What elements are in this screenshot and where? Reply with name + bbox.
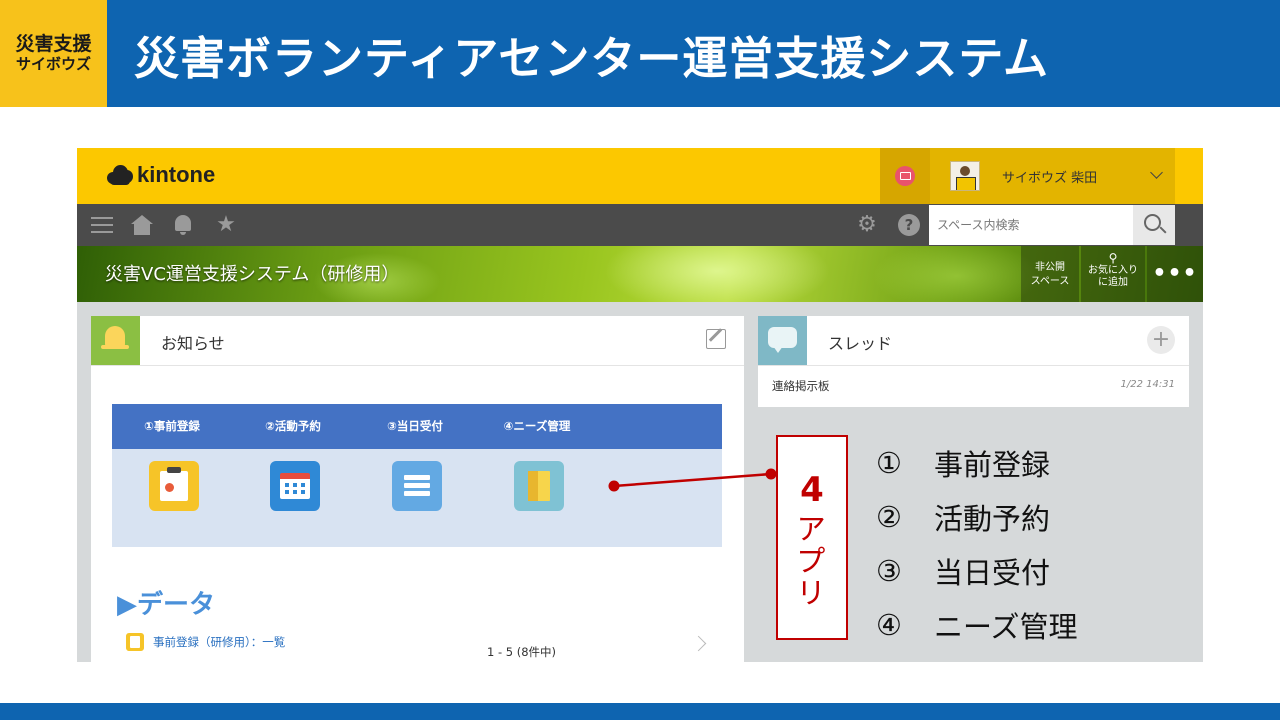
list-item: ② 活動予約 (876, 490, 1078, 544)
user-name: サイボウズ 柴田 (1002, 170, 1098, 186)
space-banner: 災害VC運営支援システム（研修用） 非公開 スペース ⚲ お気に入り に追加 •… (77, 246, 1203, 302)
slide-title: 災害ボランティアセンター運営支援システム (134, 32, 1050, 85)
speech-bubble-icon (758, 316, 807, 365)
list-item: ③ 当日受付 (876, 544, 1078, 598)
cloud-icon (107, 165, 133, 185)
pin-icon: ⚲ (1108, 251, 1118, 265)
list-item: ④ ニーズ管理 (876, 598, 1078, 652)
app-label-same-day-reception: ③当日受付 (387, 419, 443, 433)
add-favorite-button[interactable]: ⚲ お気に入り に追加 (1081, 246, 1145, 302)
more-icon: ••• (1152, 261, 1198, 286)
mail-icon (895, 166, 915, 186)
list-item-text: 当日受付 (934, 556, 1051, 590)
pager-text: 1 - 5 (8件中) (487, 645, 557, 659)
thread-header: スレッド + (758, 316, 1189, 366)
app-launcher-table: ①事前登録 ②活動予約 ③当日受付 ④ニーズ管理 (112, 404, 722, 547)
apps-count-callout: 4 アプリ (776, 435, 848, 640)
list-item-number: ② (876, 500, 902, 534)
logo-line1: 災害支援 (15, 32, 92, 55)
app-label-needs-management: ④ニーズ管理 (503, 419, 571, 433)
notification-mail-button[interactable] (880, 148, 930, 204)
list-item-number: ④ (876, 608, 902, 642)
notice-header: お知らせ (91, 316, 744, 366)
list-item-number: ① (876, 446, 902, 480)
add-favorite-label1: お気に入り (1088, 265, 1138, 276)
door-app-icon[interactable] (514, 461, 564, 511)
bell-icon (91, 316, 140, 365)
data-section-title: ▶データ (117, 590, 215, 620)
private-space-label2: スペース (1030, 276, 1070, 287)
slide-footer (0, 703, 1280, 720)
user-menu[interactable]: サイボウズ 柴田 (930, 148, 1175, 204)
help-icon[interactable]: ? (894, 204, 924, 246)
notice-title: お知らせ (161, 334, 225, 353)
thread-panel: スレッド + 連絡掲示板 1/22 14:31 (758, 316, 1189, 407)
list-item-text: 活動予約 (934, 502, 1051, 536)
private-space-label1: 非公開 (1035, 262, 1065, 273)
search-icon[interactable] (1133, 205, 1175, 245)
kintone-nav-bar: ★ ⚙ ? (77, 204, 1203, 246)
list-item: ① 事前登録 (876, 436, 1078, 490)
app-launcher-header: ①事前登録 ②活動予約 ③当日受付 ④ニーズ管理 (112, 404, 722, 449)
thread-item-link[interactable]: 連絡掲示板 (772, 378, 830, 394)
kintone-header: kintone サイボウズ 柴田 (77, 148, 1203, 204)
disaster-support-logo: 災害支援 サイボウズ (0, 0, 107, 107)
avatar (950, 161, 980, 191)
thread-title: スレッド (828, 334, 893, 353)
private-space-button[interactable]: 非公開 スペース (1021, 246, 1079, 302)
apps-count-label: アプリ (790, 513, 825, 609)
list-item-text: 事前登録 (934, 448, 1051, 482)
thread-item-time: 1/22 14:31 (1120, 379, 1175, 390)
edit-icon[interactable] (706, 329, 726, 349)
list-app-icon[interactable] (392, 461, 442, 511)
app-label-pre-registration: ①事前登録 (144, 419, 200, 433)
gear-icon[interactable]: ⚙ (852, 204, 882, 246)
add-favorite-label2: に追加 (1098, 277, 1128, 288)
menu-icon[interactable] (87, 204, 117, 246)
calendar-app-icon[interactable] (270, 461, 320, 511)
list-item-text: ニーズ管理 (934, 610, 1078, 644)
logo-line2: サイボウズ (15, 54, 91, 73)
data-view-link[interactable]: 事前登録（研修用）：一覧 (153, 634, 285, 650)
slide-header: 災害支援 サイボウズ 災害ボランティアセンター運営支援システム (0, 0, 1280, 107)
pre-registration-app-icon[interactable] (149, 461, 199, 511)
app-label-activity-reservation: ②活動予約 (265, 419, 321, 433)
more-options-button[interactable]: ••• (1147, 246, 1203, 302)
home-icon[interactable] (127, 204, 157, 246)
app-icon (126, 633, 144, 651)
apps-count-number: 4 (800, 470, 824, 510)
bell-icon[interactable] (169, 204, 199, 246)
chevron-down-icon (1150, 166, 1163, 179)
space-title: 災害VC運営支援システム（研修用） (105, 264, 400, 285)
star-icon[interactable]: ★ (211, 204, 241, 246)
chevron-right-icon[interactable] (690, 635, 707, 652)
kintone-logo[interactable]: kintone (107, 162, 215, 188)
list-item-number: ③ (876, 554, 902, 588)
kintone-logo-text: kintone (137, 162, 216, 187)
add-thread-button[interactable]: + (1147, 326, 1175, 354)
space-search-input[interactable] (929, 205, 1133, 245)
notice-panel: お知らせ ①事前登録 ②活動予約 ③当日受付 ④ニーズ管理 ▶データ 事前登録（… (91, 316, 744, 662)
apps-list: ① 事前登録 ② 活動予約 ③ 当日受付 ④ ニーズ管理 (876, 436, 1078, 652)
